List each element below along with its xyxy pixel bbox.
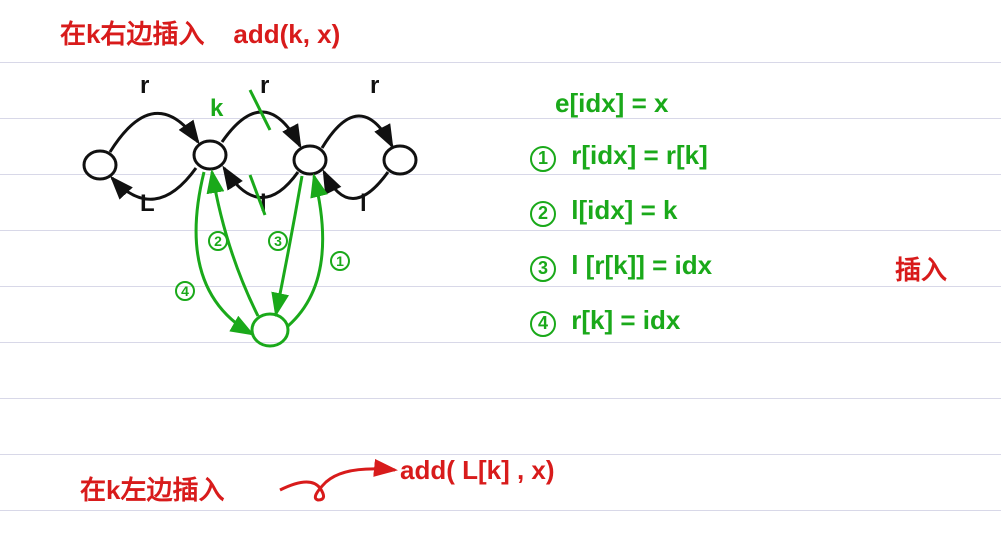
arc-r1 [110, 113, 198, 152]
node-3 [294, 146, 326, 174]
red-arrow-bottom [280, 469, 395, 500]
node-1 [84, 151, 116, 179]
arc-l3 [324, 172, 388, 199]
arc-l1 [112, 168, 196, 199]
arrow-3 [276, 176, 302, 314]
arrow-1 [288, 176, 323, 326]
diagram-svg [0, 0, 1001, 546]
arc-r3 [322, 116, 392, 148]
arc-l2 [224, 168, 298, 198]
strike-old-r [250, 90, 270, 130]
arc-r2 [222, 112, 300, 146]
node-2 [194, 141, 226, 169]
node-new [252, 314, 288, 346]
arrow-4 [196, 172, 252, 334]
node-4 [384, 146, 416, 174]
